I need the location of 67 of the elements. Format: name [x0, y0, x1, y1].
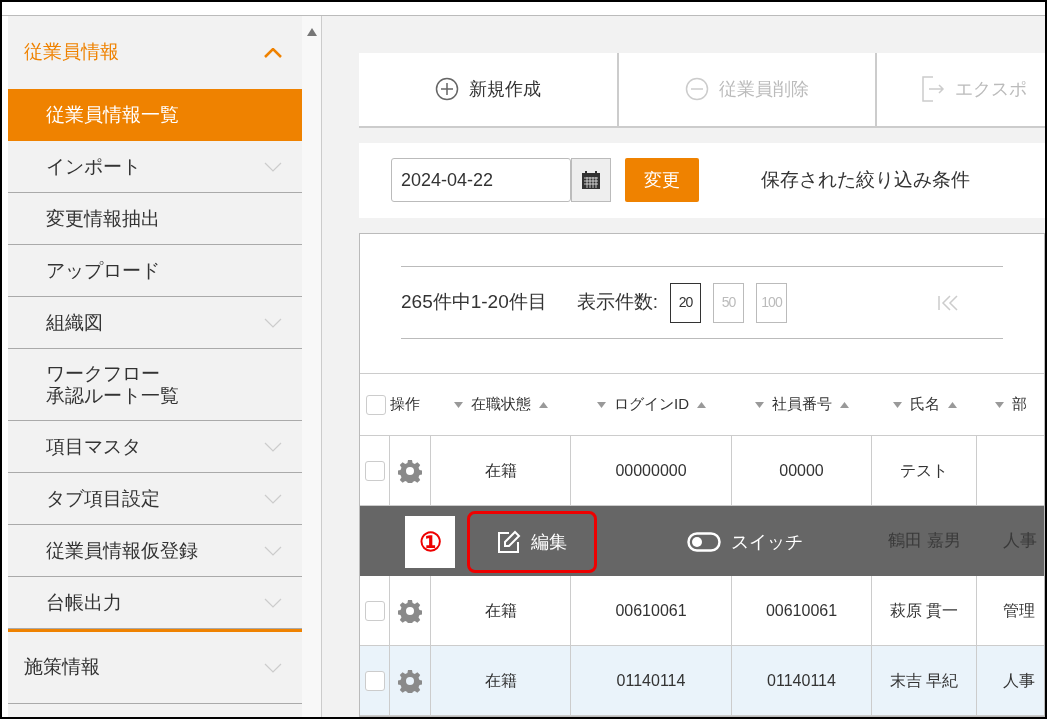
scroll-up-icon[interactable]: [306, 28, 317, 36]
sort-ascending-icon[interactable]: [539, 401, 548, 408]
column-header[interactable]: 操作: [390, 393, 420, 416]
table-cell-text: 00610061: [765, 600, 838, 621]
table-cell-text: 萩原 貫一: [889, 600, 959, 621]
column-header[interactable]: 部: [1011, 393, 1027, 416]
table-cell-text: 在籍: [484, 460, 517, 481]
column-header[interactable]: 社員番号: [772, 393, 832, 416]
column-header[interactable]: 氏名: [909, 393, 940, 416]
column-header[interactable]: 在職状態: [471, 393, 531, 416]
sidebar-item-label: 承認ルート一覧: [46, 384, 179, 407]
step-marker: ①: [405, 516, 455, 568]
sidebar-item-label: ワークフロー: [46, 362, 161, 385]
edit-button[interactable]: 編集: [467, 511, 597, 573]
calendar-button[interactable]: [571, 158, 611, 203]
export-icon: [921, 76, 945, 103]
table-cell-text: 00000000: [615, 460, 687, 481]
table-cell-text: 00000: [779, 460, 824, 481]
row-checkbox[interactable]: [364, 460, 385, 481]
table-cell-text: 管理: [1003, 600, 1035, 621]
chevron-up-icon: [264, 47, 282, 58]
table-cell-text: 00610061: [615, 600, 687, 621]
page-size-label: 表示件数:: [576, 290, 658, 315]
row-checkbox[interactable]: [364, 670, 385, 691]
table-cell-text: テスト: [900, 460, 948, 481]
chevron-down-icon: [264, 597, 282, 608]
sort-descending-icon[interactable]: [454, 401, 463, 408]
minus-circle-icon: [685, 77, 709, 102]
page-size-option[interactable]: 20: [670, 282, 701, 323]
table-cell-text: 01140114: [616, 670, 686, 691]
edit-icon: [497, 530, 521, 554]
sort-ascending-icon[interactable]: [840, 401, 849, 408]
table-cell-text: 01140114: [767, 670, 836, 691]
gear-icon[interactable]: [398, 598, 422, 623]
chevron-down-icon: [264, 493, 282, 504]
column-header[interactable]: ログインID: [614, 393, 689, 416]
sort-descending-icon[interactable]: [755, 401, 764, 408]
plus-circle-icon: [435, 77, 459, 102]
gear-icon[interactable]: [398, 668, 422, 693]
chevron-down-icon: [264, 545, 282, 556]
gear-icon[interactable]: [398, 458, 422, 483]
row-checkbox[interactable]: [364, 600, 385, 621]
result-count: 265件中1-20件目: [401, 290, 547, 315]
saved-filters-link[interactable]: 保存された絞り込み条件: [761, 166, 970, 195]
table-row[interactable]: 在籍 01140114 01140114 末吉 早紀 人事: [360, 646, 1044, 716]
table-cell-text: 末吉 早紀: [889, 670, 959, 691]
table-cell-text: 在籍: [484, 670, 517, 691]
table-cell-text: 人事: [1003, 670, 1035, 691]
switch-button[interactable]: スイッチ: [683, 511, 807, 573]
chevron-down-icon: [264, 161, 282, 172]
sort-ascending-icon[interactable]: [947, 401, 957, 408]
scrollbar[interactable]: [302, 16, 322, 717]
sort-ascending-icon[interactable]: [697, 401, 706, 408]
date-field[interactable]: 2024-04-22: [391, 158, 571, 203]
table-row[interactable]: 在籍 00610061 00610061 萩原 貫一 管理: [360, 576, 1044, 646]
table-row[interactable]: 在籍 00000000 00000 テスト: [360, 436, 1044, 506]
sort-descending-icon[interactable]: [597, 401, 606, 408]
select-all-checkbox[interactable]: [366, 394, 386, 415]
chevron-down-icon: [264, 662, 282, 673]
chevron-down-icon: [264, 441, 282, 452]
sort-descending-icon[interactable]: [994, 401, 1004, 408]
table-cell-text: 在籍: [484, 600, 517, 621]
sort-descending-icon[interactable]: [892, 401, 902, 408]
toolbar-button[interactable]: 新規作成: [359, 53, 617, 126]
chevron-down-icon: [264, 317, 282, 328]
toggle-icon: [687, 532, 721, 552]
calendar-icon: [581, 170, 601, 191]
